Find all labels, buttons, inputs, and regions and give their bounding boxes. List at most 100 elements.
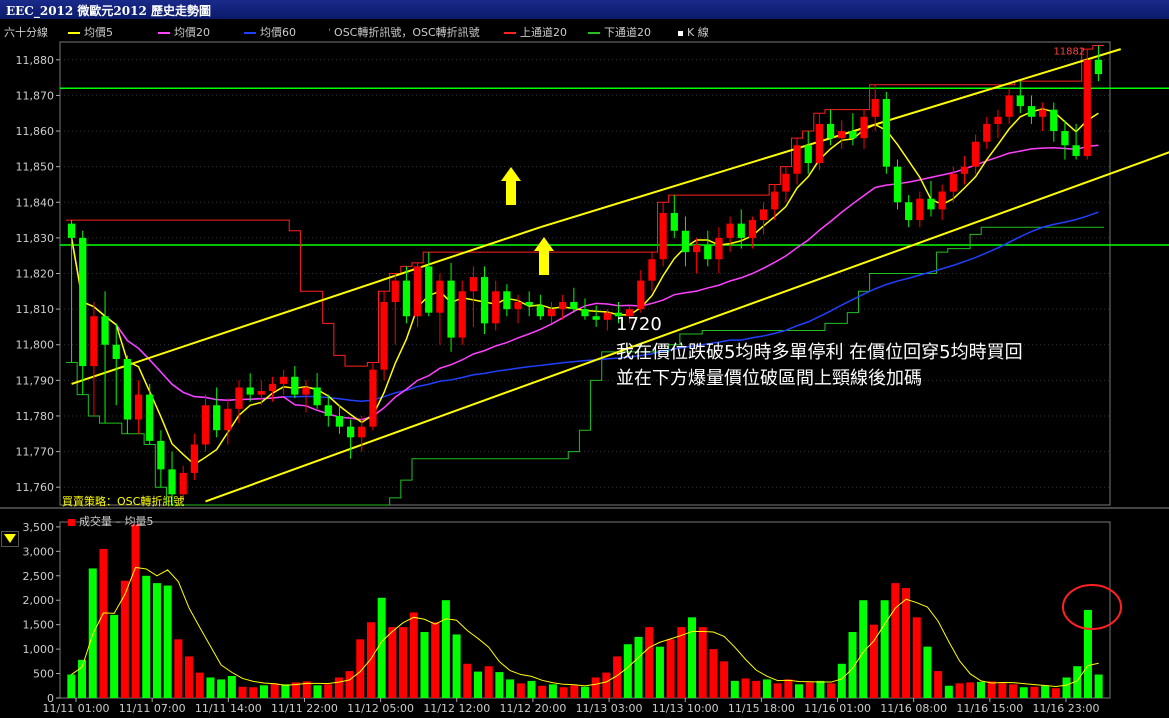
candle-body [715, 237, 723, 260]
volume-bar [698, 627, 707, 698]
candle-body [1038, 109, 1047, 117]
volume-bar [270, 683, 279, 698]
price-tick-label: 11,770 [16, 446, 55, 459]
volume-bar [1019, 687, 1028, 698]
volume-bar [784, 679, 793, 698]
volume-bar [1083, 610, 1092, 698]
candle-body [1050, 109, 1058, 132]
volume-bar [409, 612, 418, 698]
volume-bar [67, 674, 76, 698]
volume-bar [955, 683, 964, 698]
volume-bar [987, 681, 996, 698]
candle-body [670, 212, 678, 231]
volume-bar [923, 646, 932, 698]
candle-body [648, 259, 656, 281]
volume-bar [720, 661, 729, 698]
x-tick-label: 11/16 08:00 [880, 702, 947, 715]
volume-bar [634, 636, 643, 698]
volume-bar [473, 671, 483, 698]
volume-bar [463, 663, 472, 698]
volume-bar [1041, 685, 1050, 698]
candle-body [905, 202, 913, 221]
candle-body [916, 198, 924, 221]
candle-body [759, 209, 768, 221]
candle-body [246, 387, 254, 395]
candle-body [659, 212, 667, 260]
volume-bar [431, 622, 440, 698]
candle-body [157, 440, 165, 470]
candle-body [960, 166, 969, 174]
volume-bar [120, 580, 129, 698]
volume-bar [1062, 677, 1071, 698]
volume-bar [837, 663, 846, 698]
x-tick-label: 11/13 03:00 [576, 702, 643, 715]
yellow-up-arrow [501, 167, 521, 205]
candle-body [983, 123, 991, 142]
volume-bar [966, 682, 975, 698]
x-tick-label: 11/12 20:00 [499, 702, 566, 715]
candle-body [346, 426, 355, 438]
volume-bar [366, 622, 375, 698]
x-tick-label: 11/16 15:00 [956, 702, 1023, 715]
candle-body [838, 131, 846, 139]
volume-bar [998, 683, 1007, 698]
candle-body [190, 444, 198, 473]
candle-body [592, 316, 600, 320]
candle-body [771, 191, 779, 210]
price-tick-label: 11,760 [16, 481, 55, 494]
candle-body [369, 369, 377, 427]
volume-bar [687, 617, 697, 698]
candle-body [291, 376, 299, 395]
volume-bar [195, 672, 204, 698]
candle-body [681, 230, 690, 253]
volume-bar [666, 639, 675, 698]
candle-body [257, 391, 265, 395]
dropdown-triangle-icon[interactable] [4, 534, 16, 543]
candle-body [570, 301, 578, 310]
x-tick-label: 11/12 12:00 [423, 702, 490, 715]
candle-body [268, 383, 277, 392]
candle-body [793, 145, 801, 174]
annotation-time: 1720 [616, 314, 662, 335]
volume-bar [805, 682, 814, 698]
volume-bar [762, 679, 771, 698]
volume-bar [816, 680, 825, 698]
price-tick-label: 11,820 [16, 268, 55, 281]
candle-body [90, 316, 98, 367]
volume-bar [441, 600, 450, 698]
candle-body [938, 191, 946, 210]
volume-tick-label: 1,500 [23, 619, 55, 632]
candle-body [503, 291, 511, 310]
price-tick-label: 11,880 [16, 54, 55, 67]
volume-bar [1094, 674, 1103, 698]
volume-bar [174, 639, 183, 698]
volume-bar [142, 575, 151, 698]
candle-body [224, 408, 232, 431]
volume-bar [345, 671, 354, 698]
candle-body [581, 309, 589, 317]
volume-bar [420, 632, 429, 698]
x-tick-label: 11/11 01:00 [43, 702, 110, 715]
candle-body [67, 223, 76, 238]
candle-body [335, 415, 344, 427]
candle-body [849, 131, 857, 139]
volume-bar [527, 680, 536, 698]
price-tick-label: 11,860 [16, 125, 55, 138]
candle-body [603, 312, 611, 320]
candle-body [782, 173, 790, 192]
volume-bar [217, 679, 226, 698]
volume-legend: 成交量 – 均量5 [68, 513, 154, 529]
candle-body [447, 280, 455, 338]
candle-body [860, 116, 868, 139]
volume-bar [773, 683, 782, 698]
volume-bar [623, 644, 632, 698]
candle-body [313, 387, 321, 406]
candle-body [994, 116, 1002, 124]
candle-body [525, 301, 533, 306]
volume-bar [1009, 684, 1018, 698]
volume-bar [313, 685, 322, 698]
ma20-line [70, 144, 1099, 421]
candle-body [882, 98, 890, 167]
candle-body [380, 301, 388, 370]
price-tick-label: 11,840 [16, 196, 55, 209]
